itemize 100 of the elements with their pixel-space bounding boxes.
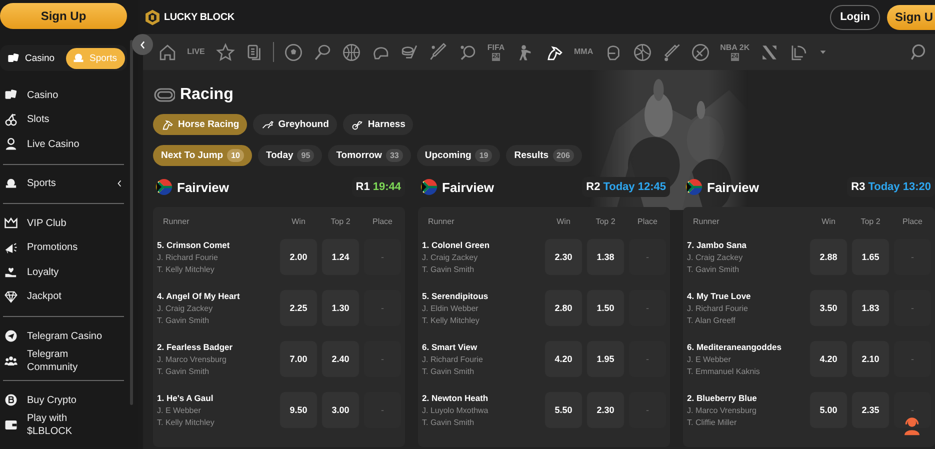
- horse-icon: [161, 118, 174, 131]
- volleyball-icon: [632, 42, 652, 62]
- odds-button[interactable]: 2.40: [322, 340, 359, 376]
- coin-icon: [4, 393, 18, 408]
- racing-type-tab[interactable]: Greyhound: [253, 114, 337, 135]
- odds-button[interactable]: 1.30: [322, 290, 359, 326]
- filter-tab[interactable]: Upcoming 19: [416, 145, 500, 166]
- odds-button[interactable]: 1.65: [852, 238, 889, 274]
- column-header: Place: [371, 216, 394, 226]
- runner-name: 2. Blueberry Blue: [687, 392, 758, 402]
- jockey-name: J. Marco Vrensburg: [687, 406, 758, 414]
- jockey-name: J. Marco Vrensburg: [157, 354, 228, 364]
- runner-name: 4. Angel Of My Heart: [157, 290, 241, 300]
- odds-button[interactable]: 7.00: [280, 340, 317, 376]
- odds-button[interactable]: 2.25: [280, 290, 317, 326]
- page-title: Racing: [180, 86, 234, 104]
- jockey-name: J. Eldin Webber: [422, 304, 480, 312]
- race-number: R3: [851, 181, 866, 193]
- trainer-name: T. Alan Greeff: [687, 316, 736, 324]
- column-header: Runner: [692, 216, 720, 226]
- login-button[interactable]: Login: [830, 4, 880, 30]
- trainer-name: T. Kelly Mitchley: [157, 418, 216, 426]
- runner-name: 2. Fearless Badger: [157, 342, 234, 352]
- chevron-icon: [115, 179, 124, 188]
- racing-type-tab[interactable]: Horse Racing: [153, 114, 248, 135]
- odds-button[interactable]: 1.95: [587, 340, 624, 376]
- sign-up-button[interactable]: Sign U: [887, 4, 935, 30]
- sport-tab[interactable]: LIVE: [186, 41, 206, 63]
- odds-button[interactable]: 2.80: [545, 290, 582, 326]
- runner-name: 4. My True Love: [687, 290, 752, 300]
- filter-tab[interactable]: Tomorrow 33: [328, 145, 411, 166]
- odds-button[interactable]: 2.10: [852, 340, 889, 376]
- cricket-bat-icon: [662, 42, 681, 62]
- sidebar-item[interactable]: Loyalty: [0, 260, 128, 284]
- baseball-bat-icon: [428, 42, 448, 62]
- odds-button[interactable]: 2.00: [280, 238, 317, 274]
- venue-name: Fairview: [707, 180, 760, 194]
- jockey-name: J. E Webber: [687, 354, 732, 364]
- cards-icon: [7, 52, 20, 64]
- harness-icon: [350, 118, 364, 131]
- hockey-icon: [400, 42, 418, 62]
- runner-name: 2. Newton Heath: [422, 392, 490, 402]
- filter-tab[interactable]: Results 206: [506, 145, 582, 166]
- tennis-racket-icon: [312, 42, 332, 62]
- odds-button[interactable]: 1.83: [852, 290, 889, 326]
- runner-name: 5. Serendipitous: [422, 290, 490, 300]
- odds-button[interactable]: 1.24: [322, 238, 359, 274]
- sidebar-item[interactable]: Telegram Casino: [0, 324, 128, 348]
- switch-option[interactable]: Casino: [5, 48, 61, 68]
- column-header: Win: [556, 216, 572, 226]
- column-header: Top 2: [594, 216, 616, 226]
- scrollbar[interactable]: [130, 40, 133, 405]
- sport-tab[interactable]: MMA: [573, 41, 594, 63]
- odds-button[interactable]: 2.30: [587, 392, 624, 428]
- jockey-name: J. Richard Fourie: [157, 252, 219, 262]
- greyhound-icon: [261, 118, 274, 131]
- odds-button[interactable]: 3.00: [322, 392, 359, 428]
- odds-button[interactable]: 2.30: [545, 238, 582, 274]
- sidebar-item[interactable]: Telegram Community: [0, 348, 128, 373]
- filter-tab[interactable]: Today 95: [258, 145, 322, 166]
- race-number: R1: [356, 181, 370, 193]
- odds-button[interactable]: 5.50: [545, 392, 582, 428]
- column-header: Runner: [427, 216, 456, 226]
- trainer-name: T. Gavin Smith: [422, 366, 476, 376]
- odds-button[interactable]: 4.20: [810, 340, 847, 376]
- odds-button[interactable]: 2.88: [810, 238, 847, 274]
- odds-button[interactable]: 3.50: [810, 290, 847, 326]
- racing-type-tab[interactable]: Harness: [342, 114, 414, 135]
- column-header: Top 2: [330, 216, 352, 226]
- filter-tab[interactable]: Next To Jump 10: [153, 145, 252, 166]
- sidebar-item[interactable]: Live Casino: [0, 132, 128, 156]
- lol-logo-icon: [789, 42, 808, 62]
- sidebar-item[interactable]: Buy Crypto: [0, 388, 128, 412]
- sign-up-button[interactable]: Sign Up: [0, 3, 127, 29]
- sidebar-item[interactable]: Jackpot: [0, 284, 128, 309]
- trainer-name: T. Gavin Smith: [422, 264, 476, 274]
- sidebar-item[interactable]: Promotions: [0, 236, 128, 260]
- odds-button[interactable]: 1.50: [587, 290, 624, 326]
- basketball-icon: [342, 42, 360, 62]
- column-header: Win: [290, 216, 306, 226]
- count-badge: 19: [475, 149, 492, 162]
- odds-button[interactable]: 4.20: [545, 340, 582, 376]
- logo-icon: [144, 8, 161, 26]
- flag-icon: [156, 179, 172, 195]
- sidebar-item[interactable]: Sports: [0, 172, 128, 196]
- odds-button[interactable]: 2.35: [852, 392, 889, 428]
- odds-button[interactable]: 1.38: [587, 238, 624, 274]
- person-icon: [4, 137, 18, 152]
- paper-plane-icon: [4, 329, 18, 344]
- count-badge: 33: [386, 149, 403, 162]
- sidebar-item[interactable]: VIP Club: [0, 211, 128, 236]
- trainer-name: T. Kelly Mitchley: [422, 316, 480, 324]
- sidebar-item[interactable]: Casino: [0, 83, 128, 108]
- sidebar-item[interactable]: Play with $LBLOCK: [0, 412, 128, 437]
- sidebar-item[interactable]: Slots: [0, 108, 128, 132]
- odds-button[interactable]: 9.50: [280, 392, 317, 428]
- trainer-name: T. Gavin Smith: [687, 264, 740, 274]
- odds-button[interactable]: 5.00: [810, 392, 847, 428]
- slash-logo-icon: [760, 42, 780, 62]
- column-header: Place: [901, 216, 924, 226]
